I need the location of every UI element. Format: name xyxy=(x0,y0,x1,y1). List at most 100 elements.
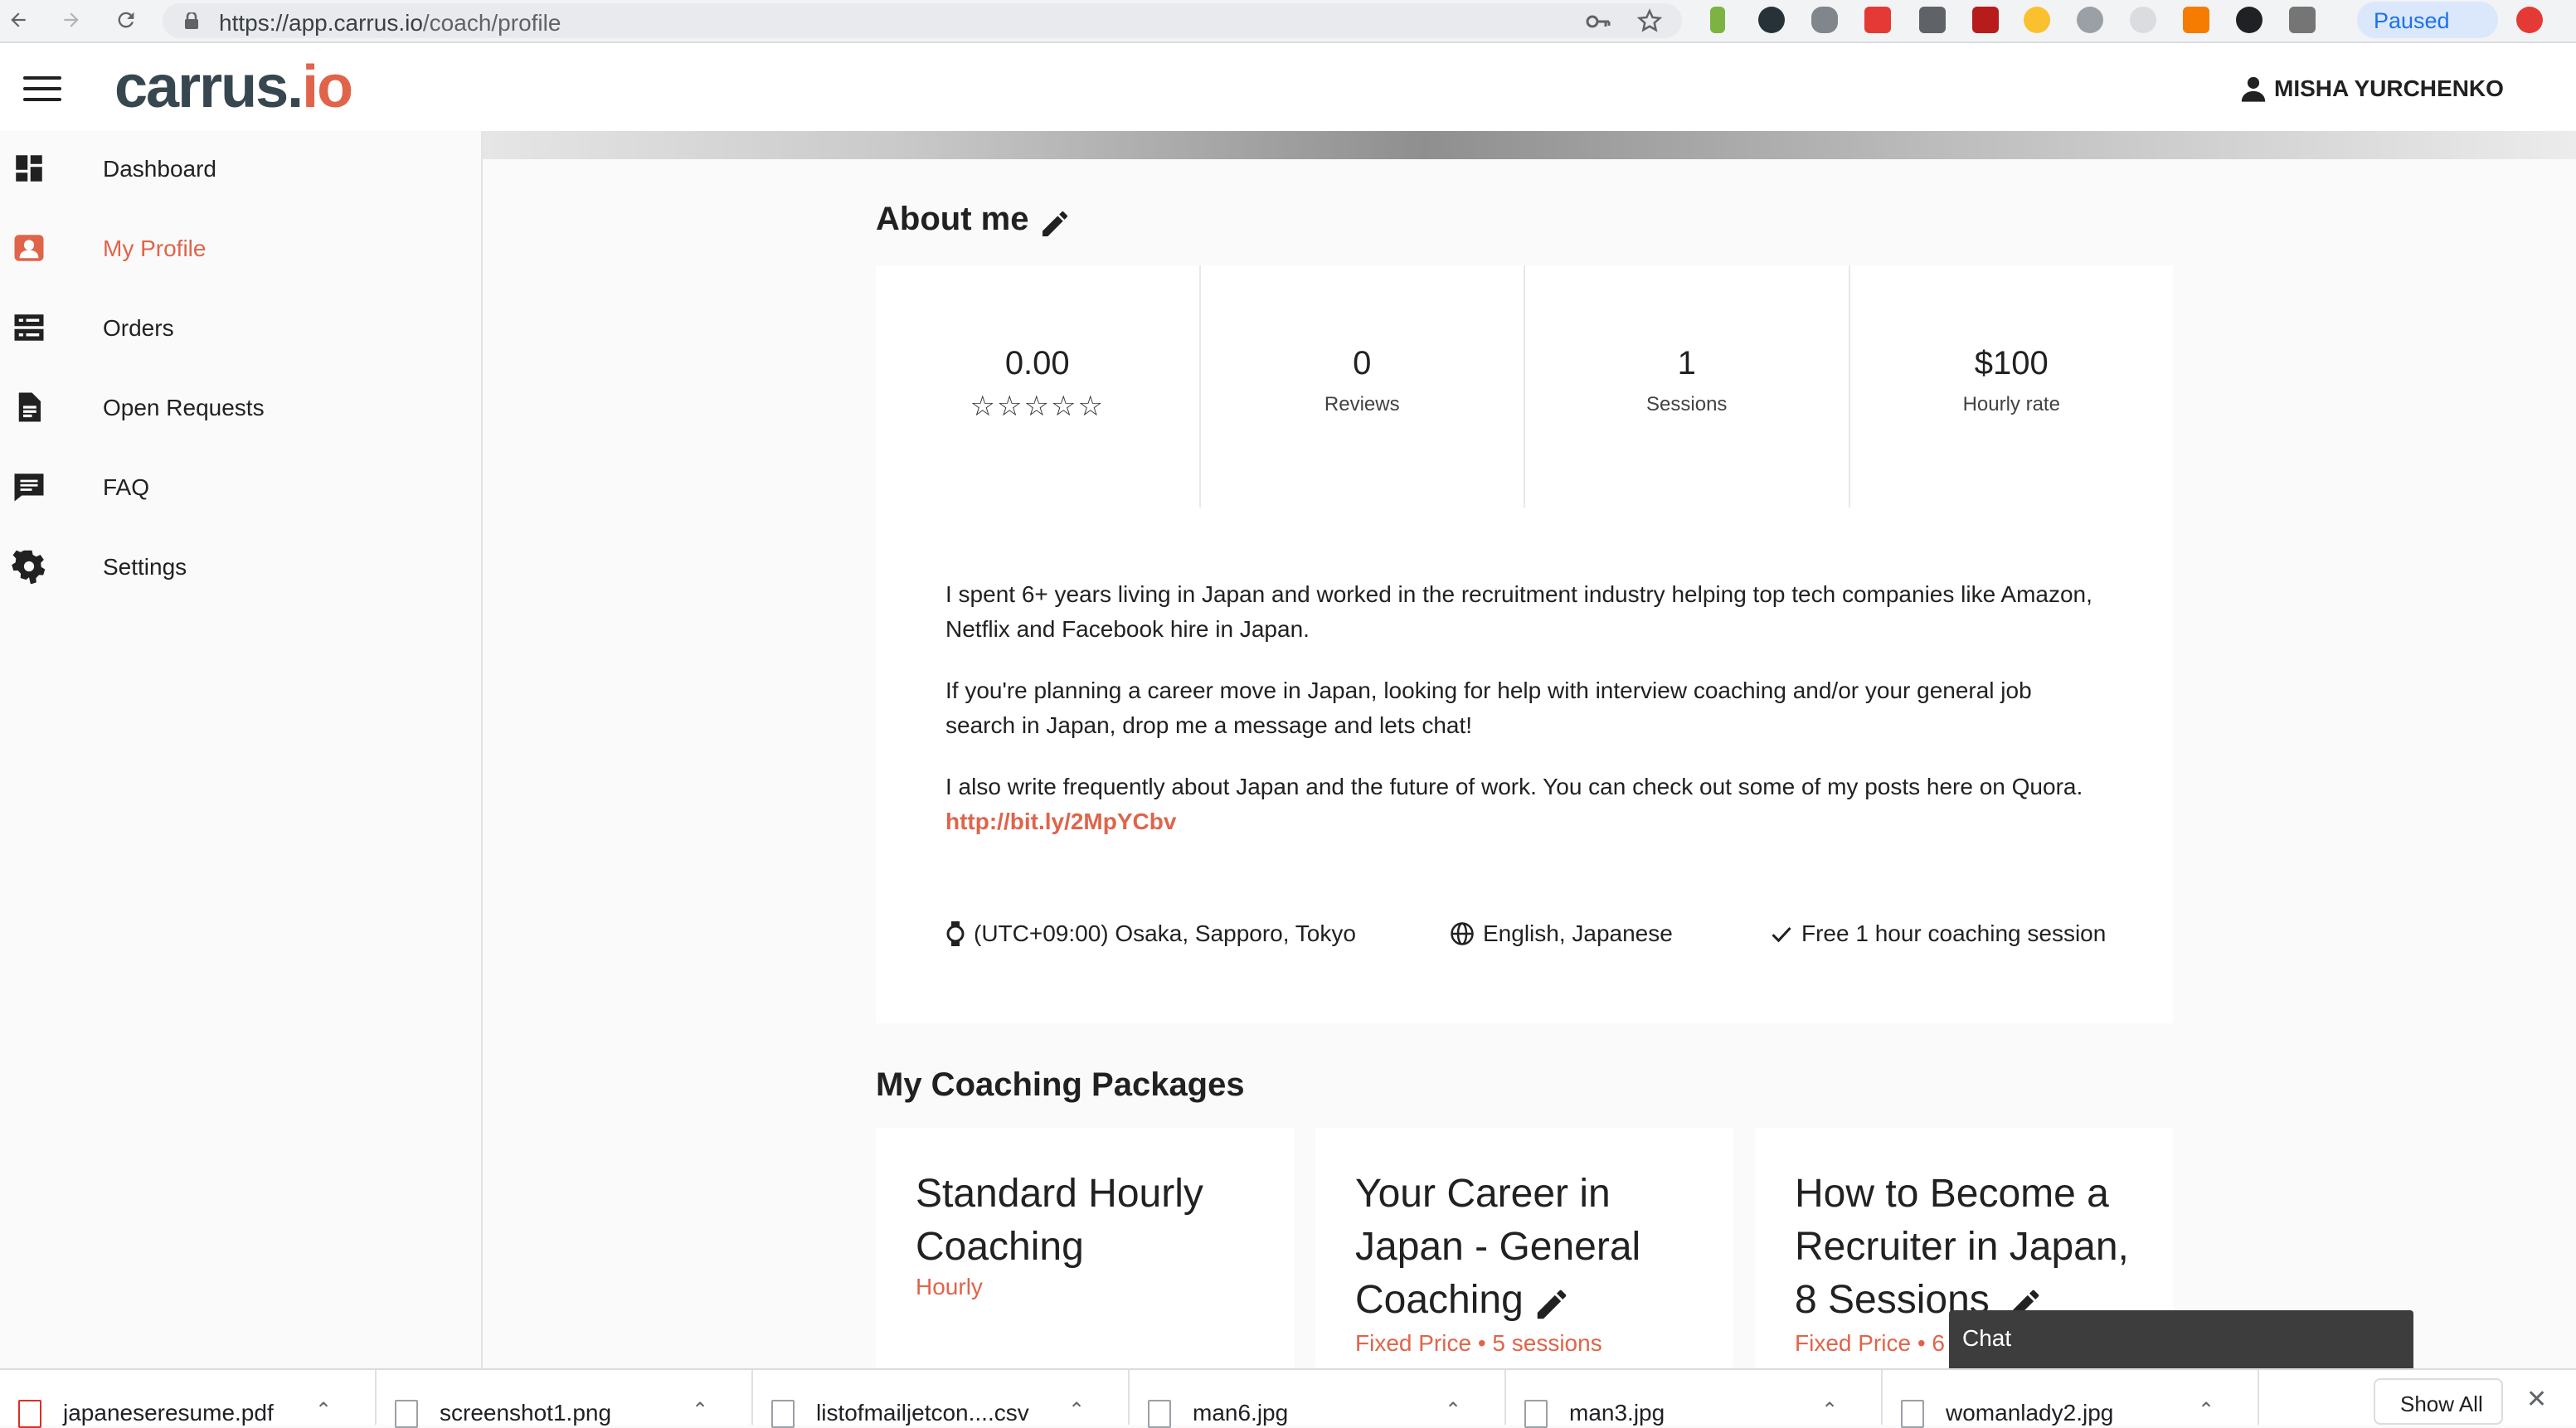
reviews-stat: 0 Reviews xyxy=(1201,265,1525,508)
image-file-icon xyxy=(1148,1400,1171,1428)
package-card[interactable]: Your Career in Japan - General Coaching … xyxy=(1315,1128,1733,1368)
languages-info: English, Japanese xyxy=(1450,920,1673,947)
about-me-heading: About me xyxy=(876,201,1029,237)
url-path: /coach/profile xyxy=(422,10,561,36)
url-text: https://app.carrus.io/coach/profile xyxy=(219,10,561,36)
download-item[interactable]: japaneseresume.pdf ⌃ xyxy=(0,1370,377,1428)
reviews-caption: Reviews xyxy=(1324,393,1400,415)
hourly-rate-caption: Hourly rate xyxy=(1962,393,2060,415)
extension-icon[interactable] xyxy=(1864,7,1891,33)
sidebar-item-my-profile[interactable]: My Profile xyxy=(0,211,481,285)
globe-icon xyxy=(1451,922,1474,945)
url-host: https://app.carrus.io xyxy=(219,10,423,36)
logo-main: carrus. xyxy=(114,54,304,120)
download-item[interactable]: man6.jpg ⌃ xyxy=(1130,1370,1506,1428)
bookmark-star-icon[interactable] xyxy=(1637,8,1662,33)
show-all-label: Show All xyxy=(2400,1392,2483,1416)
extension-icon[interactable] xyxy=(2289,7,2316,33)
close-icon[interactable]: ✕ xyxy=(2526,1385,2547,1414)
languages-text: English, Japanese xyxy=(1483,920,1673,946)
chevron-up-icon[interactable]: ⌃ xyxy=(1068,1398,1085,1422)
extension-icon[interactable] xyxy=(1972,7,1999,33)
edit-pencil-icon[interactable] xyxy=(1533,1285,1571,1324)
image-file-icon xyxy=(1524,1400,1548,1428)
extension-icon[interactable] xyxy=(2077,7,2103,33)
download-item[interactable]: man3.jpg ⌃ xyxy=(1506,1370,1883,1428)
profile-status-button[interactable]: Paused xyxy=(2357,2,2498,38)
extension-icon[interactable] xyxy=(1919,7,1946,33)
packages-heading: My Coaching Packages xyxy=(876,1066,1245,1103)
download-filename: man3.jpg xyxy=(1569,1400,1665,1426)
extension-icon[interactable] xyxy=(1758,7,1785,33)
sidebar: Dashboard My Profile Orders Open Request… xyxy=(0,131,483,1368)
package-title: Standard Hourly Coaching xyxy=(916,1172,1203,1269)
chevron-up-icon[interactable]: ⌃ xyxy=(1445,1398,1461,1422)
download-filename: screenshot1.png xyxy=(440,1400,612,1426)
chevron-up-icon[interactable]: ⌃ xyxy=(692,1398,708,1422)
key-icon[interactable] xyxy=(1586,11,1611,32)
hamburger-menu-icon[interactable] xyxy=(23,76,61,104)
timezone-info: (UTC+09:00) Osaka, Sapporo, Tokyo xyxy=(945,920,1356,947)
edit-pencil-icon[interactable] xyxy=(1038,207,1072,240)
bio-card: I spent 6+ years living in Japan and wor… xyxy=(876,508,2173,1023)
download-item[interactable]: womanlady2.jpg ⌃ xyxy=(1883,1370,2259,1428)
sidebar-item-settings[interactable]: Settings xyxy=(0,529,481,604)
sidebar-item-dashboard[interactable]: Dashboard xyxy=(0,131,481,206)
chat-widget[interactable]: Chat xyxy=(1949,1310,2413,1368)
image-file-icon xyxy=(1901,1400,1924,1428)
extension-icon[interactable] xyxy=(2024,7,2050,33)
download-item[interactable]: screenshot1.png ⌃ xyxy=(377,1370,753,1428)
extension-icon[interactable] xyxy=(1811,7,1838,33)
address-bar[interactable]: https://app.carrus.io/coach/profile xyxy=(163,3,1682,38)
image-file-icon xyxy=(395,1400,418,1428)
hourly-rate-stat: $100 Hourly rate xyxy=(1850,265,2174,508)
gear-icon xyxy=(12,550,46,584)
clock-extension-icon[interactable] xyxy=(2236,7,2263,33)
package-card[interactable]: Standard Hourly Coaching Hourly xyxy=(876,1128,1294,1368)
comment-icon xyxy=(14,474,44,502)
user-menu[interactable]: MISHA YURCHENKO xyxy=(2239,75,2504,103)
reload-icon[interactable] xyxy=(109,3,143,36)
bio-paragraph: If you're planning a career move in Japa… xyxy=(945,678,2032,738)
extension-icon[interactable] xyxy=(1710,7,1725,33)
sidebar-item-label: My Profile xyxy=(103,236,207,261)
chevron-up-icon[interactable]: ⌃ xyxy=(2198,1398,2214,1422)
sidebar-item-orders[interactable]: Orders xyxy=(0,290,481,365)
hourly-rate-value: $100 xyxy=(1974,345,2049,381)
check-icon xyxy=(1772,926,1791,943)
update-icon[interactable] xyxy=(2516,7,2543,33)
rating-stars: ☆☆☆☆☆ xyxy=(970,391,1105,422)
profile-icon xyxy=(14,235,44,261)
show-all-downloads-button[interactable]: Show All xyxy=(2374,1378,2503,1425)
chat-label: Chat xyxy=(1962,1325,2012,1351)
sidebar-item-faq[interactable]: FAQ xyxy=(0,449,481,524)
chevron-up-icon[interactable]: ⌃ xyxy=(1821,1398,1838,1422)
forward-icon[interactable] xyxy=(55,3,88,36)
sessions-stat: 1 Sessions xyxy=(1525,265,1850,508)
document-icon xyxy=(18,392,41,422)
package-title: How to Become a Recruiter in Japan, 8 Se… xyxy=(1795,1172,2129,1322)
sessions-value: 1 xyxy=(1677,345,1696,381)
stats-card: 0.00 ☆☆☆☆☆ 0 Reviews 1 Sessions $100 Hou… xyxy=(876,265,2173,509)
profile-status-label: Paused xyxy=(2374,8,2450,33)
extension-icon[interactable] xyxy=(2130,7,2156,33)
user-name: MISHA YURCHENKO xyxy=(2274,75,2504,101)
extension-icon[interactable] xyxy=(2183,7,2209,33)
app-header: carrus.io MISHA YURCHENKO xyxy=(0,43,2576,132)
sidebar-item-label: Open Requests xyxy=(103,395,265,420)
chevron-up-icon[interactable]: ⌃ xyxy=(315,1398,332,1422)
package-subtitle: Fixed Price • 6 xyxy=(1795,1330,1945,1356)
download-item[interactable]: listofmailjetcon....csv ⌃ xyxy=(753,1370,1130,1428)
quora-link[interactable]: http://bit.ly/2MpYCbv xyxy=(945,809,1176,834)
sidebar-item-open-requests[interactable]: Open Requests xyxy=(0,370,481,444)
free-session-text: Free 1 hour coaching session xyxy=(1801,920,2107,946)
logo-accent: io xyxy=(302,54,353,120)
download-filename: japaneseresume.pdf xyxy=(63,1400,274,1426)
sidebar-item-label: FAQ xyxy=(103,474,150,500)
back-icon[interactable] xyxy=(2,3,35,36)
csv-file-icon xyxy=(771,1400,795,1428)
watch-icon xyxy=(946,921,965,946)
carrus-logo[interactable]: carrus.io xyxy=(114,53,353,121)
sessions-caption: Sessions xyxy=(1646,393,1728,415)
bio-paragraph: I spent 6+ years living in Japan and wor… xyxy=(945,581,2092,642)
